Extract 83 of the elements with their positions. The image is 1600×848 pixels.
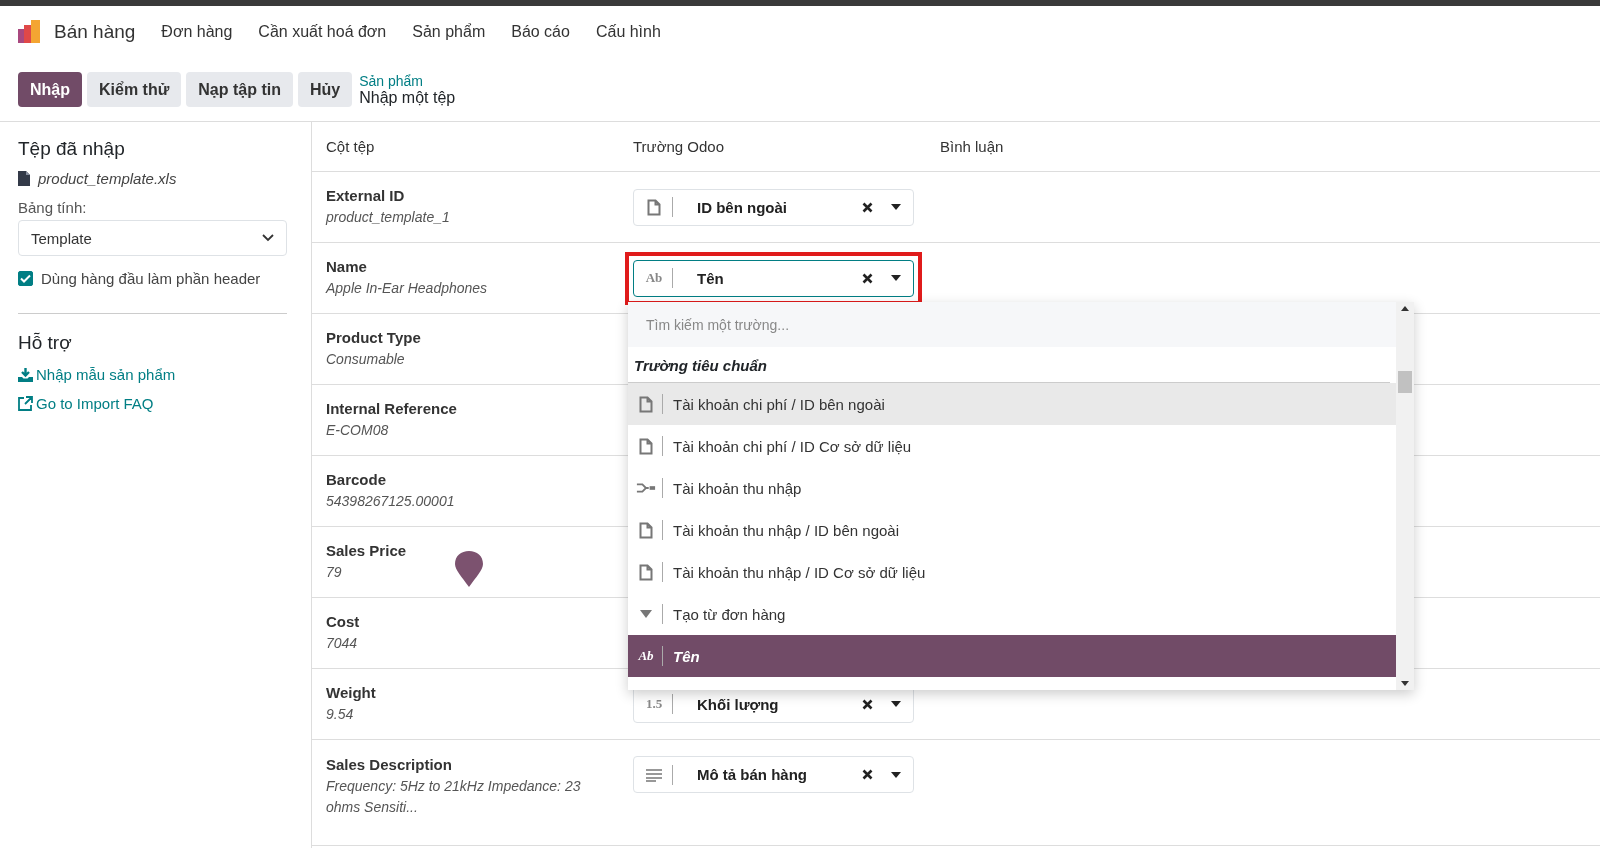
column-name: Product Type: [326, 328, 422, 346]
import-button[interactable]: Nhập: [18, 72, 82, 107]
field-select[interactable]: ID bên ngoài: [633, 188, 914, 226]
breadcrumb-current: Nhập một tệp: [359, 88, 456, 107]
section-title: Tệp đã nhập: [18, 138, 126, 160]
action-button[interactable]: Nạp tập tin: [186, 72, 293, 107]
checkbox-label: Dùng hàng đầu làm phần header: [41, 270, 261, 287]
lines-icon: [645, 767, 663, 782]
caret-icon: [891, 701, 901, 707]
column-header: Bình luận: [940, 138, 1005, 155]
document-icon: [639, 395, 653, 413]
column-name: Name: [326, 257, 368, 275]
column-name: Barcode: [326, 470, 388, 488]
column-name: Sales Description: [326, 756, 453, 773]
menu-item[interactable]: Đơn hàng: [161, 23, 233, 41]
sample-value: 79: [326, 562, 342, 582]
column-name: Internal Reference: [326, 399, 458, 417]
column-header: Cột tệp: [326, 138, 376, 155]
column-header: Trường Odoo: [633, 138, 726, 155]
app-name[interactable]: Bán hàng: [54, 21, 136, 43]
sample-value: Frequency: 5Hz to 21kHz Impedance: 23 ohms Sensiti...: [326, 777, 582, 817]
document-icon: [639, 563, 653, 581]
caret-icon: [891, 771, 901, 778]
column-name: Weight: [326, 683, 377, 701]
column-name: Sales Price: [326, 541, 408, 559]
field-select[interactable]: Ab Tên: [633, 259, 914, 297]
file-icon: [18, 171, 30, 186]
column-name: Cost: [326, 612, 361, 630]
sample-value: Consumable: [326, 349, 405, 369]
dropdown-option[interactable]: Tài khoản thu nhập: [628, 467, 1396, 509]
field-type-label: 1.5: [645, 696, 663, 712]
field-label: Bảng tính:: [18, 199, 87, 216]
external-link-icon: [18, 396, 33, 411]
sample-value: 7044: [326, 633, 358, 653]
clear-icon: [862, 769, 873, 780]
document-icon: [639, 521, 653, 539]
option-type-label: Ab: [638, 648, 654, 664]
scrollbar[interactable]: [1396, 302, 1414, 690]
sample-value: product_template_1: [326, 207, 450, 227]
connector-icon: [636, 481, 656, 495]
download-icon: [18, 367, 33, 382]
document-icon: [647, 198, 661, 216]
clear-icon: [862, 201, 873, 213]
dropdown-option[interactable]: Tài khoản chi phí / ID Cơ sở dữ liệu: [628, 425, 1396, 467]
search-field[interactable]: Tìm kiếm một trường...: [628, 302, 1396, 347]
field-type-label: Ab: [645, 270, 663, 286]
file-name: product_template.xls: [38, 170, 177, 187]
chevron-down-icon: [262, 234, 274, 242]
sheet-select[interactable]: Template: [18, 220, 287, 256]
map-pin-icon: [454, 550, 484, 588]
action-button[interactable]: Hủy: [297, 72, 353, 107]
sample-value: E-COM08: [326, 420, 389, 440]
caret-icon: [891, 275, 901, 281]
dropdown-option[interactable]: Tài khoản thu nhập / ID Cơ sở dữ liệu: [628, 551, 1396, 593]
breadcrumb-link[interactable]: Sản phẩm: [359, 72, 456, 89]
menu-item[interactable]: Sản phẩm: [412, 23, 486, 41]
checkbox[interactable]: [18, 271, 33, 286]
sample-value: 54398267125.00001: [326, 491, 455, 511]
help-link[interactable]: Nhập mẫu sản phẩm: [36, 366, 176, 383]
scroll-up-icon: [1401, 306, 1409, 311]
triangle-icon: [639, 609, 653, 619]
dropdown-option[interactable]: Tạo từ đơn hàng: [628, 593, 1396, 635]
dropdown-option[interactable]: Ab Tên: [628, 635, 1396, 677]
scroll-down-icon: [1401, 681, 1409, 686]
dropdown-option[interactable]: Tài khoản thu nhập / ID bên ngoài: [628, 509, 1396, 551]
clear-icon: [862, 698, 873, 710]
dropdown-option[interactable]: Tài khoản chi phí / ID bên ngoài: [628, 383, 1396, 425]
column-name: External ID: [326, 186, 406, 204]
caret-icon: [891, 204, 901, 210]
app-logo-icon: [18, 20, 42, 44]
sample-value: 9.54: [326, 704, 354, 724]
action-button[interactable]: Kiểm thử: [87, 72, 182, 107]
document-icon: [639, 437, 653, 455]
menu-item[interactable]: Cấu hình: [595, 23, 661, 41]
help-link[interactable]: Go to Import FAQ: [36, 395, 154, 412]
menu-item[interactable]: Báo cáo: [511, 23, 570, 41]
clear-icon: [862, 272, 873, 284]
section-title: Hỗ trợ: [18, 332, 73, 354]
scroll-thumb[interactable]: [1398, 371, 1412, 393]
field-select[interactable]: Mô tả bán hàng: [633, 756, 914, 793]
sample-value: Apple In-Ear Headphones: [326, 278, 488, 298]
menu-item[interactable]: Cần xuất hoá đơn: [258, 23, 387, 41]
select-value: Template: [31, 229, 92, 247]
